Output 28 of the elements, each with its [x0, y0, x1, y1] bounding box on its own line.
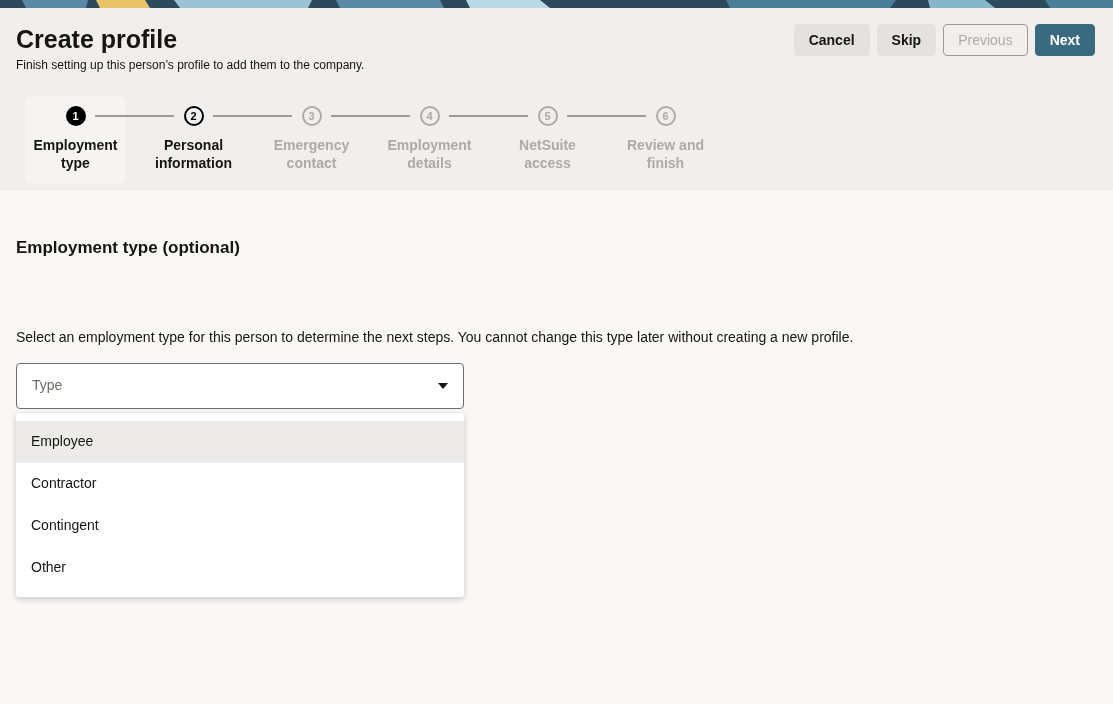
caret-icon	[438, 382, 448, 389]
action-button[interactable]: Cancel	[793, 24, 870, 56]
page-title: Create profile	[16, 24, 179, 54]
select-placeholder: Type	[32, 376, 63, 395]
page-subtitle: Finish setting up this person’s profile to add them to the company.	[16, 57, 365, 74]
step-tab[interactable]: 2 Personal information	[144, 96, 243, 184]
step-number: 2	[183, 106, 204, 126]
step-tab[interactable]: 1 Employment type	[26, 96, 125, 184]
step-label: Personal information	[154, 136, 233, 172]
step-number: 5	[537, 106, 558, 126]
dropdown-option[interactable]: Other	[16, 546, 464, 589]
type-select[interactable]: Type	[16, 362, 464, 409]
step-label: Employment type	[32, 136, 119, 172]
step-label: NetSuite access	[518, 136, 577, 172]
section-title: Employment type (optional)	[16, 237, 241, 259]
dropdown-option[interactable]: Employee	[16, 420, 464, 463]
step-label: Employment details	[386, 136, 473, 172]
step-number: 6	[655, 106, 676, 126]
step-label: Review and finish	[626, 136, 705, 172]
step-number: 3	[301, 106, 322, 126]
step-number: 1	[65, 106, 86, 126]
step-label: Emergency contact	[272, 136, 351, 172]
action-button[interactable]: Skip	[876, 24, 937, 56]
action-button[interactable]: Next	[1034, 24, 1095, 56]
dropdown-option[interactable]: Contractor	[16, 462, 464, 505]
step-number: 4	[419, 106, 440, 126]
section-description: Select an employment type for this person to determine the next steps. You cannot change this type later without creating a new profile.	[16, 327, 855, 347]
dropdown-option[interactable]: Contingent	[16, 504, 464, 547]
